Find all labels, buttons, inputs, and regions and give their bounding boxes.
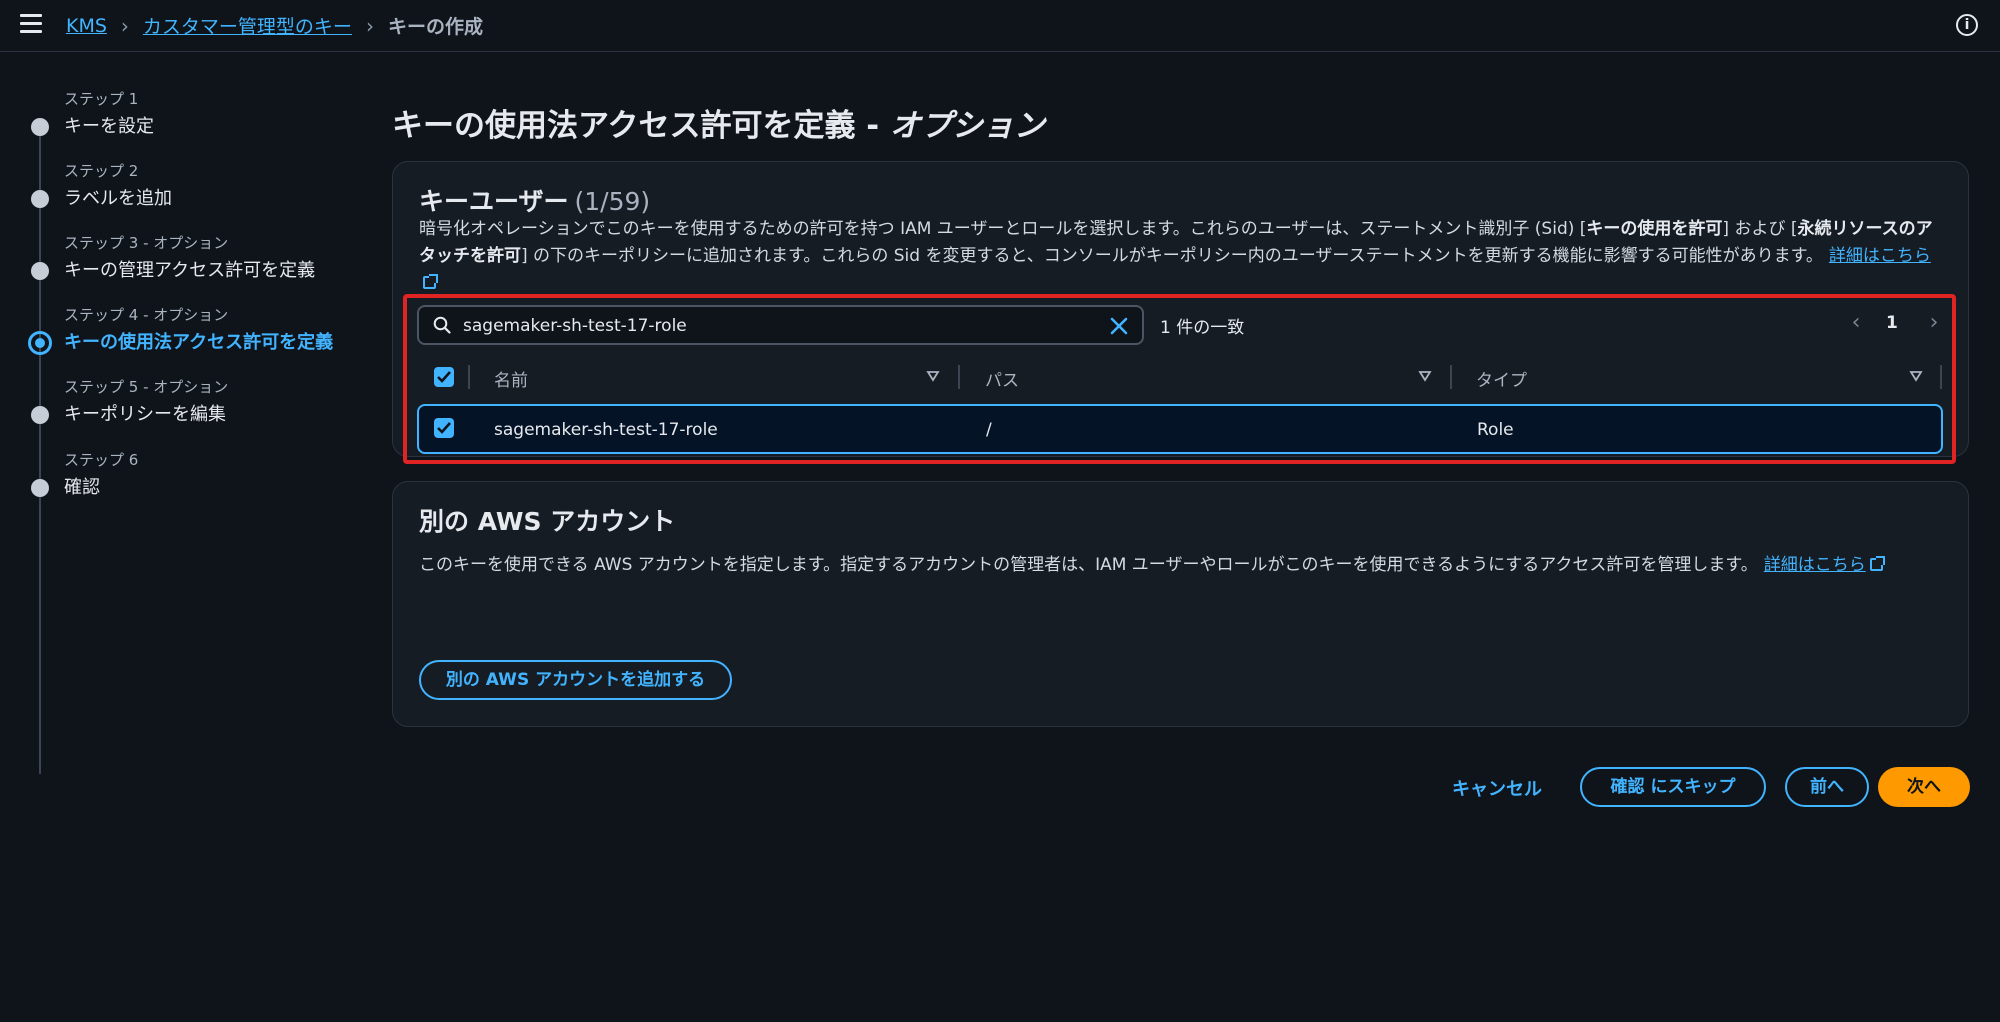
add-aws-account-button[interactable]: 別の AWS アカウントを追加する [419,660,732,700]
next-button[interactable]: 次へ [1878,767,1970,807]
desc-bold-1: キーの使用を許可 [1586,219,1723,239]
page-title: キーの使用法アクセス許可を定義 - オプション [392,100,1045,145]
page-title-main: キーの使用法アクセス許可を定義 - [392,108,890,144]
row-name: sagemaker-sh-test-17-role [494,420,718,440]
sort-down-icon[interactable] [1909,369,1923,383]
external-link-icon [1869,556,1885,571]
other-accounts-desc-text: このキーを使用できる AWS アカウントを指定します。指定するアカウントの管理者… [419,555,1758,575]
chevron-left-icon[interactable]: ‹ [1846,311,1866,337]
cancel-button[interactable]: キャンセル [1452,775,1542,801]
other-accounts-learn-more-link[interactable]: 詳細はこちら [1763,555,1885,575]
column-divider [468,365,470,389]
step-indicator-icon [31,262,49,280]
step-title[interactable]: 確認 [64,473,100,499]
step-title[interactable]: キーの使用法アクセス許可を定義 [64,328,333,354]
step-title[interactable]: キーの管理アクセス許可を定義 [64,256,315,282]
column-divider [1450,365,1452,389]
other-accounts-panel: 別の AWS アカウント このキーを使用できる AWS アカウントを指定します。… [392,481,1969,727]
hamburger-menu-icon[interactable] [20,14,42,34]
column-header-name[interactable]: 名前 [494,366,528,391]
desc-text-2: ] および [ [1722,219,1798,239]
column-divider [958,365,960,389]
wizard-step-1[interactable]: ステップ 1 キーを設定 [0,88,380,148]
wizard-step-5[interactable]: ステップ 5 - オプションキーポリシーを編集 [0,376,380,436]
step-number-label: ステップ 6 [64,451,139,469]
previous-button[interactable]: 前へ [1785,767,1869,807]
key-users-heading: キーユーザー (1/59) [419,182,650,218]
step-title[interactable]: キーポリシーを編集 [64,400,226,426]
step-indicator-icon [31,406,49,424]
info-icon[interactable]: i [1956,14,1978,36]
breadcrumb-customer-managed-keys[interactable]: カスタマー管理型のキー [143,12,352,39]
skip-to-review-button[interactable]: 確認 にスキップ [1580,767,1766,807]
column-header-path[interactable]: パス [985,366,1019,391]
select-all-checkbox[interactable] [434,367,454,387]
desc-text-1: 暗号化オペレーションでこのキーを使用するための許可を持つ IAM ユーザーとロー… [419,219,1587,239]
wizard-step-4[interactable]: ステップ 4 - オプションキーの使用法アクセス許可を定義 [0,304,380,364]
match-count: 1 件の一致 [1160,318,1245,338]
step-number-label: ステップ 3 - オプション [64,234,229,252]
column-header-type[interactable]: タイプ [1476,366,1527,391]
wizard-step-2[interactable]: ステップ 2 ラベルを追加 [0,160,380,220]
external-link-icon [423,274,438,289]
search-field[interactable] [417,305,1144,345]
step-title[interactable]: キーを設定 [64,112,154,138]
step-title[interactable]: ラベルを追加 [64,184,172,210]
desc-text-3: ] の下のキーポリシーに追加されます。これらの Sid を変更すると、コンソール… [521,246,1823,266]
checkmark-icon [437,371,451,383]
step-number-label: ステップ 5 - オプション [64,378,229,396]
learn-more-label: 詳細はこちら [1828,246,1931,266]
wizard-step-6[interactable]: ステップ 6 確認 [0,449,380,509]
search-icon [433,316,451,334]
other-accounts-heading: 別の AWS アカウント [419,507,676,536]
sort-down-icon[interactable] [926,369,940,383]
chevron-right-icon[interactable]: › [1924,311,1944,337]
page-title-optional: オプション [889,108,1045,144]
row-type: Role [1477,420,1514,440]
step-number-label: ステップ 2 [64,162,139,180]
column-divider [1940,365,1942,389]
breadcrumb-kms[interactable]: KMS [66,15,107,37]
step-indicator-icon [31,479,49,497]
key-users-title: キーユーザー [419,187,569,216]
page-number[interactable]: 1 [1886,313,1898,333]
search-input[interactable] [463,313,1083,339]
step-indicator-icon [31,118,49,136]
learn-more-label: 詳細はこちら [1763,555,1866,575]
breadcrumb: KMS › カスタマー管理型のキー › キーの作成 [66,12,483,39]
key-users-description: 暗号化オペレーションでこのキーを使用するための許可を持つ IAM ユーザーとロー… [419,216,1944,297]
chevron-right-icon: › [365,13,374,38]
pagination: ‹ 1 › [1846,311,1946,337]
clear-search-icon[interactable] [1108,315,1130,337]
key-users-count: (1/59) [574,187,651,216]
breadcrumb-current: キーの作成 [387,16,483,38]
row-checkbox[interactable] [434,418,454,438]
checkmark-icon [437,422,451,434]
sort-down-icon[interactable] [1418,369,1432,383]
step-current-indicator-icon [28,331,52,355]
table-row[interactable]: sagemaker-sh-test-17-role / Role [417,404,1943,454]
wizard-step-3[interactable]: ステップ 3 - オプションキーの管理アクセス許可を定義 [0,232,380,292]
step-number-label: ステップ 4 - オプション [64,306,229,324]
step-number-label: ステップ 1 [64,90,139,108]
other-accounts-description: このキーを使用できる AWS アカウントを指定します。指定するアカウントの管理者… [419,552,1944,579]
top-navigation-bar: KMS › カスタマー管理型のキー › キーの作成 i [0,0,2000,52]
chevron-right-icon: › [120,13,129,38]
row-path: / [986,420,992,440]
step-indicator-icon [31,190,49,208]
